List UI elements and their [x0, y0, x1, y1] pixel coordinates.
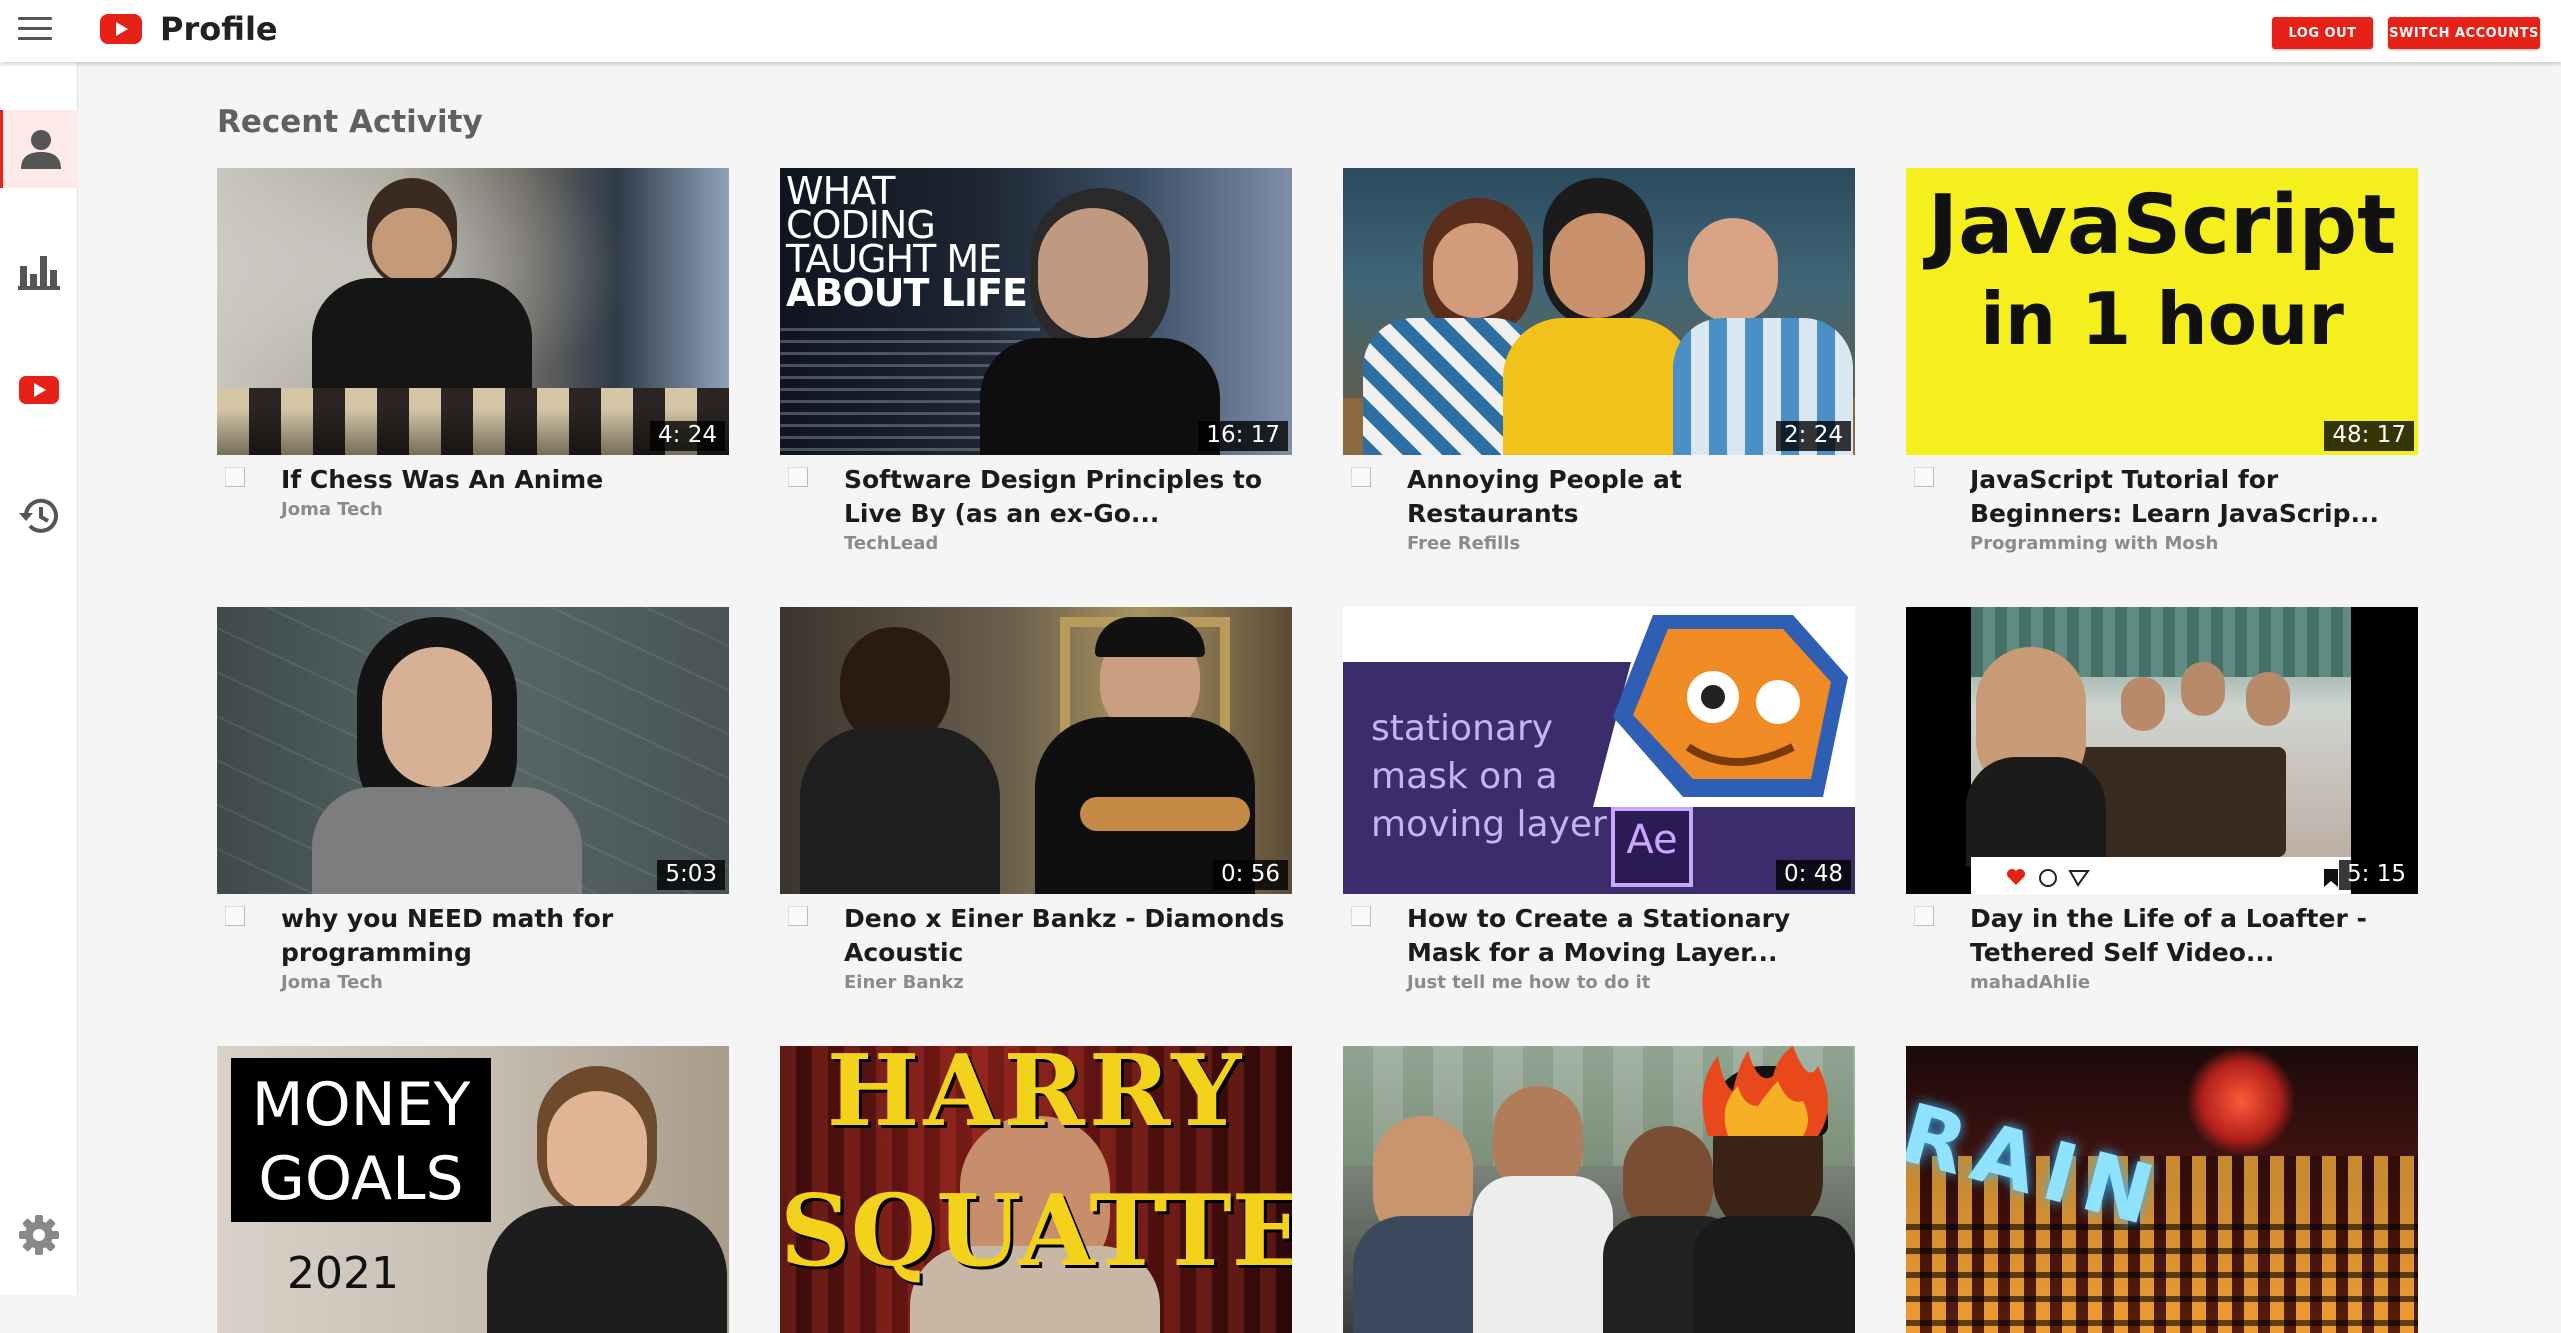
settings-button[interactable] — [0, 1196, 78, 1274]
channel-name[interactable]: Joma Tech — [281, 499, 729, 520]
logout-button[interactable]: LOG OUT — [2272, 17, 2373, 49]
video-duration: 2: 24 — [1776, 420, 1851, 451]
sidebar-item-videos[interactable] — [0, 351, 78, 429]
thumbnail-text: 2021 — [287, 1248, 399, 1299]
channel-avatar-icon — [788, 467, 808, 487]
channel-name[interactable]: Einer Bankz — [844, 972, 1292, 993]
channel-avatar-icon — [1914, 467, 1934, 487]
video-title[interactable]: Annoying People at Restaurants — [1407, 463, 1855, 531]
video-title[interactable]: Software Design Principles to Live By (a… — [844, 463, 1292, 531]
video-card[interactable]: WHAT CODING TAUGHT ME ABOUT LIFE 16: 17 … — [780, 168, 1292, 554]
thumbnail-text: in 1 hour — [1980, 277, 2344, 361]
video-card[interactable]: 4: 24 If Chess Was An Anime Joma Tech — [217, 168, 729, 550]
thumbnail-text: mask on a — [1371, 756, 1558, 797]
channel-avatar-icon — [225, 906, 245, 926]
video-thumbnail[interactable]: 5:03 — [217, 607, 729, 894]
video-thumbnail[interactable]: 4: 24 — [217, 168, 729, 455]
video-card[interactable]: 0: 56 Deno x Einer Bankz - Diamonds Acou… — [780, 607, 1292, 993]
thumbnail-text: SQUATTER — [780, 1174, 1292, 1289]
video-title[interactable]: If Chess Was An Anime — [281, 463, 729, 497]
video-card[interactable]: stationary mask on a moving layer Ae 0: … — [1343, 607, 1855, 993]
sidebar-item-profile[interactable] — [0, 110, 78, 188]
video-card[interactable]: MONEY GOALS 2021 — [217, 1046, 729, 1333]
video-card[interactable]: JavaScript in 1 hour 48: 17 JavaScript T… — [1906, 168, 2418, 554]
video-thumbnail[interactable] — [1343, 1046, 1855, 1333]
youtube-play-icon — [19, 376, 59, 404]
top-bar: Profile LOG OUT SWITCH ACCOUNTS — [0, 0, 2561, 62]
youtube-logo-icon[interactable] — [100, 14, 142, 44]
thumbnail-text: moving layer — [1371, 804, 1607, 845]
video-thumbnail[interactable]: stationary mask on a moving layer Ae 0: … — [1343, 607, 1855, 894]
social-actions-icon — [2007, 869, 2338, 887]
sidebar-item-history[interactable] — [0, 477, 78, 555]
video-thumbnail[interactable]: MONEY GOALS 2021 — [217, 1046, 729, 1333]
channel-name[interactable]: Free Refills — [1407, 533, 1855, 554]
video-thumbnail[interactable]: 2: 24 — [1343, 168, 1855, 455]
thumbnail-text: JavaScript — [1927, 178, 2397, 273]
main-content: Recent Activity 4: 24 If Chess Was An An… — [78, 62, 2561, 1333]
video-duration: 4: 24 — [650, 420, 725, 451]
channel-name[interactable]: Programming with Mosh — [1970, 533, 2418, 554]
video-title[interactable]: why you NEED math for programming — [281, 902, 729, 970]
video-duration: 48: 17 — [2324, 420, 2414, 451]
video-card[interactable]: 5:03 why you NEED math for programming J… — [217, 607, 729, 993]
switch-accounts-button[interactable]: SWITCH ACCOUNTS — [2388, 17, 2540, 49]
thumbnail-text: ABOUT LIFE — [786, 271, 1028, 315]
thumbnail-text: stationary — [1371, 708, 1554, 749]
fire-emoji-icon — [1702, 1046, 1828, 1136]
ae-logo-text: Ae — [1626, 817, 1678, 863]
section-title: Recent Activity — [217, 104, 483, 140]
video-title[interactable]: How to Create a Stationary Mask for a Mo… — [1407, 902, 1855, 970]
channel-avatar-icon — [1914, 906, 1934, 926]
video-thumbnail[interactable]: JavaScript in 1 hour 48: 17 — [1906, 168, 2418, 455]
user-icon — [20, 130, 61, 169]
video-duration: 5: 15 — [2339, 859, 2414, 890]
thumbnail-text: MONEY — [251, 1070, 471, 1140]
channel-name[interactable]: Joma Tech — [281, 972, 729, 993]
video-thumbnail[interactable]: 0: 56 — [780, 607, 1292, 894]
video-duration: 16: 17 — [1198, 420, 1288, 451]
video-card[interactable]: HARRY SQUATTER — [780, 1046, 1292, 1333]
thumbnail-text: GOALS — [258, 1144, 464, 1214]
sidebar-item-stats[interactable] — [0, 232, 78, 310]
channel-avatar-icon — [1351, 906, 1371, 926]
gear-icon — [19, 1215, 59, 1255]
sidebar — [0, 62, 78, 1295]
history-icon — [19, 498, 58, 533]
bar-chart-icon — [18, 256, 60, 290]
hamburger-menu-icon[interactable] — [18, 17, 52, 45]
video-card[interactable]: 5: 15 Day in the Life of a Loafter - Tet… — [1906, 607, 2418, 993]
thumbnail-text: HARRY — [826, 1046, 1246, 1149]
channel-name[interactable]: mahadAhlie — [1970, 972, 2418, 993]
video-card[interactable]: 2: 24 Annoying People at Restaurants Fre… — [1343, 168, 1855, 554]
video-thumbnail[interactable]: RAIN — [1906, 1046, 2418, 1333]
video-title[interactable]: Deno x Einer Bankz - Diamonds Acoustic — [844, 902, 1292, 970]
channel-avatar-icon — [1351, 467, 1371, 487]
video-duration: 0: 48 — [1776, 859, 1851, 890]
video-duration: 5:03 — [657, 859, 725, 890]
video-thumbnail[interactable]: HARRY SQUATTER — [780, 1046, 1292, 1333]
channel-name[interactable]: Just tell me how to do it — [1407, 972, 1855, 993]
video-thumbnail[interactable]: WHAT CODING TAUGHT ME ABOUT LIFE 16: 17 — [780, 168, 1292, 455]
video-title[interactable]: Day in the Life of a Loafter - Tethered … — [1970, 902, 2418, 970]
video-card[interactable]: RAIN — [1906, 1046, 2418, 1333]
channel-avatar-icon — [225, 467, 245, 487]
video-title[interactable]: JavaScript Tutorial for Beginners: Learn… — [1970, 463, 2418, 531]
video-thumbnail[interactable]: 5: 15 — [1906, 607, 2418, 894]
video-duration: 0: 56 — [1213, 859, 1288, 890]
channel-avatar-icon — [788, 906, 808, 926]
video-card[interactable] — [1343, 1046, 1855, 1333]
page-title: Profile — [160, 10, 278, 48]
channel-name[interactable]: TechLead — [844, 533, 1292, 554]
